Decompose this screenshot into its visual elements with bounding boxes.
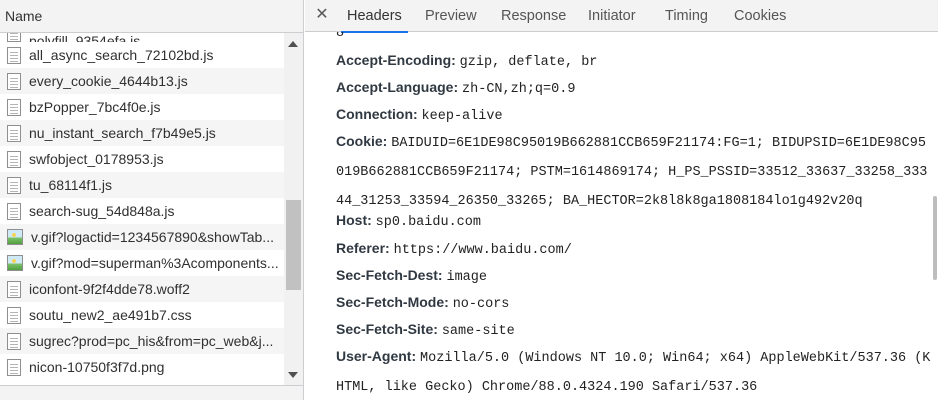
file-name: sugrec?prod=pc_his&from=pc_web&j...: [29, 333, 274, 349]
document-icon: [7, 46, 21, 64]
header-row: Sec-Fetch-Mode: no-cors: [336, 289, 932, 318]
header-value: 8: [336, 32, 345, 41]
header-value: same-site: [441, 324, 515, 339]
tab-response[interactable]: Response: [501, 0, 566, 32]
list-scrollbar[interactable]: [284, 33, 303, 385]
list-item[interactable]: every_cookie_4644b13.js: [0, 68, 284, 94]
list-item[interactable]: tu_68114f1.js: [0, 172, 284, 198]
header-name: Sec-Fetch-Site:: [336, 321, 438, 337]
header-row: Accept-Language: zh-CN,zh;q=0.9: [336, 74, 932, 103]
request-list-panel: Name polyfill_9354efa.js all_async_searc…: [0, 0, 304, 400]
list-item[interactable]: soutu_new2_ae491b7.css: [0, 302, 284, 328]
list-item[interactable]: nicon-10750f3f7d.png: [0, 354, 284, 380]
list-item[interactable]: bzPopper_7bc4f0e.js: [0, 94, 284, 120]
scroll-up-arrow-icon[interactable]: [288, 41, 298, 47]
list-item[interactable]: all_async_search_72102bd.js: [0, 42, 284, 68]
header-value: no-cors: [452, 297, 510, 312]
header-name: Sec-Fetch-Dest:: [336, 267, 443, 283]
file-name: soutu_new2_ae491b7.css: [29, 307, 192, 323]
document-icon: [7, 98, 21, 116]
header-row: Referer: https://www.baidu.com/: [336, 235, 932, 264]
file-name: v.gif?logactid=1234567890&showTab...: [31, 229, 274, 245]
header-name: Referer:: [336, 240, 390, 256]
header-name: Cookie:: [336, 133, 388, 149]
document-icon: [7, 176, 21, 194]
header-value: zh-CN,zh;q=0.9: [462, 82, 576, 97]
tab-cookies[interactable]: Cookies: [734, 0, 786, 32]
file-name: v.gif?mod=superman%3Acomponents...: [31, 255, 279, 271]
header-row: Host: sp0.baidu.com: [336, 207, 932, 236]
header-name: Accept-Language:: [336, 79, 459, 95]
list-item[interactable]: sugrec?prod=pc_his&from=pc_web&j...: [0, 328, 284, 354]
image-icon: [7, 229, 23, 245]
document-icon: [7, 332, 21, 350]
file-name: every_cookie_4644b13.js: [29, 73, 188, 89]
image-icon: [7, 255, 23, 271]
document-icon: [7, 306, 21, 324]
file-name: iconfont-9f2f4dde78.woff2: [29, 281, 190, 297]
header-value: BAIDUID=6E1DE98C95019B662881CCB659F21174…: [336, 136, 928, 209]
list-item[interactable]: swfobject_0178953.js: [0, 146, 284, 172]
header-value: Mozilla/5.0 (Windows NT 10.0; Win64; x64…: [336, 351, 931, 395]
document-icon: [7, 280, 21, 298]
file-name: swfobject_0178953.js: [29, 151, 164, 167]
details-scrollbar-thumb[interactable]: [933, 196, 937, 280]
header-row: Sec-Fetch-Site: same-site: [336, 316, 932, 345]
header-value: image: [446, 270, 487, 285]
scrollbar-thumb[interactable]: [286, 200, 301, 290]
document-icon: [7, 124, 21, 142]
header-name: Connection:: [336, 106, 418, 122]
tab-headers[interactable]: Headers: [341, 0, 408, 33]
file-name: nicon-10750f3f7d.png: [29, 359, 165, 375]
header-name: Host:: [336, 212, 372, 228]
list-item[interactable]: search-sug_54d848a.js: [0, 198, 284, 224]
close-icon[interactable]: ✕: [313, 5, 331, 25]
details-tab-bar: ✕ Headers Preview Response Initiator Tim…: [305, 0, 938, 33]
document-icon: [7, 202, 21, 220]
file-name: nu_instant_search_f7b49e5.js: [29, 125, 216, 141]
header-value: sp0.baidu.com: [375, 215, 481, 230]
list-item[interactable]: nu_instant_search_f7b49e5.js: [0, 120, 284, 146]
request-headers-list: 8 Accept-Encoding: gzip, deflate, br Acc…: [305, 32, 938, 400]
header-row: Sec-Fetch-Dest: image: [336, 262, 932, 291]
scroll-down-arrow-icon[interactable]: [288, 372, 298, 378]
header-name: Sec-Fetch-Mode:: [336, 294, 449, 310]
header-value: keep-alive: [421, 109, 503, 124]
header-value: https://www.baidu.com/: [393, 243, 572, 258]
list-item[interactable]: v.gif?mod=superman%3Acomponents...: [0, 250, 284, 276]
header-row-partial: 8: [336, 32, 932, 47]
tab-initiator[interactable]: Initiator: [588, 0, 636, 32]
header-name: User-Agent:: [336, 348, 417, 364]
document-icon: [7, 33, 21, 42]
document-icon: [7, 358, 21, 376]
status-bar: [0, 385, 303, 400]
file-name: all_async_search_72102bd.js: [29, 47, 214, 63]
tab-preview[interactable]: Preview: [425, 0, 477, 32]
header-row: Connection: keep-alive: [336, 101, 932, 130]
request-file-list: polyfill_9354efa.js all_async_search_721…: [0, 33, 284, 385]
list-item[interactable]: polyfill_9354efa.js: [0, 33, 284, 42]
file-name: polyfill_9354efa.js: [29, 33, 141, 42]
list-item[interactable]: iconfont-9f2f4dde78.woff2: [0, 276, 284, 302]
list-item[interactable]: v.gif?logactid=1234567890&showTab...: [0, 224, 284, 250]
file-name: tu_68114f1.js: [29, 177, 113, 193]
tab-timing[interactable]: Timing: [665, 0, 708, 32]
header-row: User-Agent: Mozilla/5.0 (Windows NT 10.0…: [336, 343, 932, 400]
header-name: Accept-Encoding:: [336, 52, 456, 68]
document-icon: [7, 150, 21, 168]
file-name: search-sug_54d848a.js: [29, 203, 175, 219]
request-details-panel: ✕ Headers Preview Response Initiator Tim…: [305, 0, 938, 400]
header-row: Accept-Encoding: gzip, deflate, br: [336, 47, 932, 76]
file-name: bzPopper_7bc4f0e.js: [29, 99, 161, 115]
header-value: gzip, deflate, br: [459, 55, 598, 70]
document-icon: [7, 72, 21, 90]
header-row: Cookie: BAIDUID=6E1DE98C95019B662881CCB6…: [336, 128, 932, 215]
name-column-header[interactable]: Name: [0, 0, 303, 33]
